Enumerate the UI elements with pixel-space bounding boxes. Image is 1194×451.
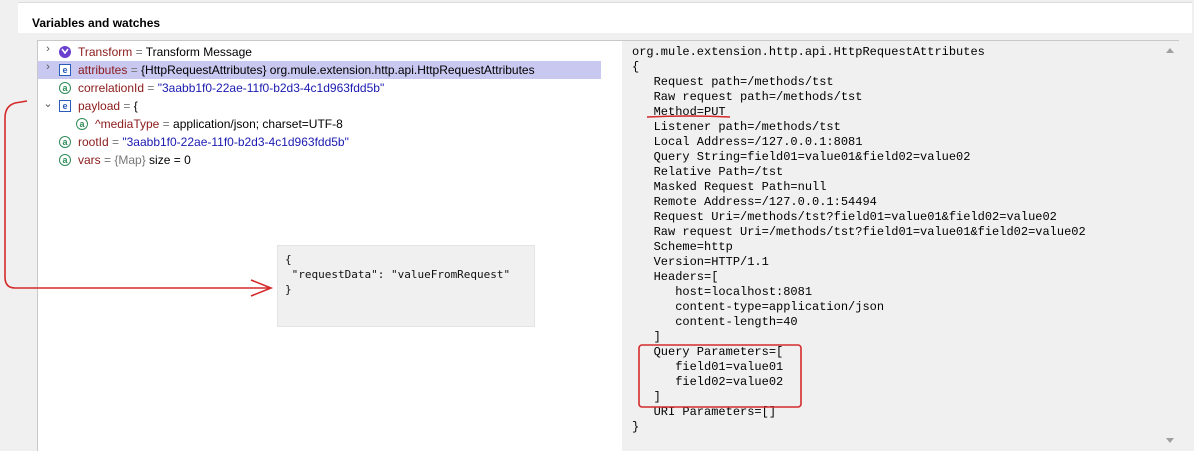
- var-value: size = 0: [145, 153, 191, 167]
- var-type: {Map}: [114, 153, 146, 167]
- detail-scrollbar[interactable]: [1163, 41, 1177, 447]
- detail-line: Masked Request Path=null: [632, 180, 827, 194]
- equals-sign: =: [127, 63, 142, 77]
- var-value: "3aabb1f0-22ae-11f0-b2d3-4c1d963fdd5b": [122, 135, 349, 149]
- detail-line: }: [632, 420, 640, 434]
- var-name: vars: [78, 153, 101, 167]
- tree-item-rootid[interactable]: rootId = "3aabb1f0-22ae-11f0-b2d3-4c1d96…: [78, 133, 349, 151]
- json-line: "requestData": "valueFromRequest": [285, 268, 511, 281]
- equals-sign: =: [144, 81, 158, 95]
- tree-item-payload[interactable]: payload = {: [78, 97, 138, 115]
- detail-line: Remote Address=/127.0.0.1:54494: [632, 195, 877, 209]
- value-detail-pane[interactable]: org.mule.extension.http.api.HttpRequestA…: [622, 40, 1179, 451]
- dataweave-icon: [59, 46, 71, 58]
- var-value: Transform Message: [145, 45, 252, 59]
- payload-value-popup: { "requestData": "valueFromRequest" }: [277, 245, 535, 327]
- detail-line: Local Address=/127.0.0.1:8081: [632, 135, 863, 149]
- tree-item-mediatype[interactable]: ^mediaType = application/json; charset=U…: [95, 115, 343, 133]
- var-name: rootId: [78, 135, 109, 149]
- entry-icon: e: [59, 64, 71, 76]
- var-name: Transform: [78, 45, 133, 59]
- json-line: {: [285, 253, 292, 266]
- variables-panel-header: Variables and watches: [18, 2, 1192, 33]
- equals-sign: =: [120, 99, 134, 113]
- detail-line: Request Uri=/methods/tst?field01=value01…: [632, 210, 1057, 224]
- panel-title: Variables and watches: [32, 16, 161, 30]
- entry-icon: e: [59, 100, 71, 112]
- detail-line: Raw request Uri=/methods/tst?field01=val…: [632, 225, 1086, 239]
- attribute-icon: a: [59, 136, 71, 148]
- attribute-icon: a: [59, 154, 71, 166]
- detail-text[interactable]: org.mule.extension.http.api.HttpRequestA…: [632, 45, 1086, 435]
- var-value: application/json; charset=UTF-8: [173, 117, 343, 131]
- detail-line: org.mule.extension.http.api.HttpRequestA…: [632, 45, 985, 59]
- detail-line: Request path=/methods/tst: [632, 75, 834, 89]
- var-value: "3aabb1f0-22ae-11f0-b2d3-4c1d963fdd5b": [157, 81, 385, 95]
- detail-line: host=localhost:8081: [632, 285, 813, 299]
- detail-line: Query Parameters=[: [632, 345, 784, 359]
- detail-line: Raw request path=/methods/tst: [632, 90, 863, 104]
- chevron-right-icon[interactable]: ›: [43, 61, 53, 73]
- var-value: {: [133, 99, 138, 113]
- detail-line: content-type=application/json: [632, 300, 885, 314]
- payload-json: { "requestData": "valueFromRequest" }: [285, 252, 510, 297]
- equals-sign: =: [108, 135, 123, 149]
- detail-line: ]: [632, 330, 661, 344]
- detail-line: Scheme=http: [632, 240, 733, 254]
- detail-line: Method=PUT: [632, 105, 726, 119]
- equals-sign: =: [100, 153, 115, 167]
- var-value: {HttpRequestAttributes} org.mule.extensi…: [141, 63, 535, 77]
- tree-item-transform[interactable]: Transform = Transform Message: [78, 43, 252, 61]
- detail-line: Headers=[: [632, 270, 719, 284]
- equals-sign: =: [159, 117, 174, 131]
- attribute-icon: a: [59, 82, 71, 94]
- detail-line: Version=HTTP/1.1: [632, 255, 769, 269]
- detail-line: content-length=40: [632, 315, 798, 329]
- var-name: payload: [78, 99, 121, 113]
- detail-line: {: [632, 60, 640, 74]
- var-name: correlationId: [78, 81, 145, 95]
- scroll-up-icon[interactable]: [1166, 48, 1174, 53]
- equals-sign: =: [132, 45, 146, 59]
- var-name: attributes: [78, 63, 128, 77]
- detail-line: Listener path=/methods/tst: [632, 120, 841, 134]
- detail-line: field01=value01: [632, 360, 784, 374]
- var-name: ^mediaType: [95, 117, 160, 131]
- chevron-right-icon[interactable]: ›: [43, 43, 53, 55]
- scroll-down-icon[interactable]: [1166, 438, 1174, 443]
- detail-line: Relative Path=/tst: [632, 165, 784, 179]
- chevron-down-icon[interactable]: ⌄: [43, 97, 53, 110]
- json-line: }: [285, 283, 292, 296]
- tree-item-attributes[interactable]: attributes = {HttpRequestAttributes} org…: [78, 61, 535, 79]
- tree-item-correlationid[interactable]: correlationId = "3aabb1f0-22ae-11f0-b2d3…: [78, 79, 384, 97]
- tree-item-vars[interactable]: vars = {Map} size = 0: [78, 151, 191, 169]
- detail-line: Query String=field01=value01&field02=val…: [632, 150, 971, 164]
- detail-line: field02=value02: [632, 375, 784, 389]
- detail-line: URI Parameters=[]: [632, 405, 777, 419]
- attribute-icon: a: [76, 118, 88, 130]
- detail-line: ]: [632, 390, 661, 404]
